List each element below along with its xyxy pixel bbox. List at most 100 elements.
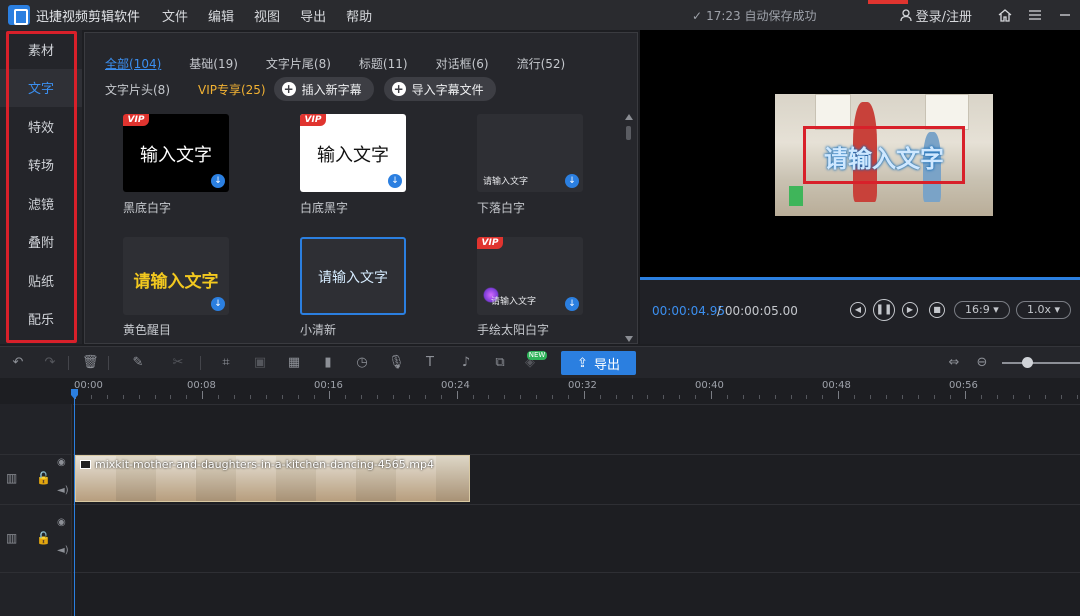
menu-edit[interactable]: 编辑 <box>208 6 234 25</box>
speed-select[interactable]: 1.0x ▾ <box>1016 301 1072 319</box>
next-frame-icon[interactable]: ▶ <box>902 302 918 318</box>
tab-popular[interactable]: 流行(52) <box>517 55 566 72</box>
kitchen-cabinet <box>925 94 969 130</box>
menu-export[interactable]: 导出 <box>300 6 326 25</box>
tab-vip[interactable]: VIP专享(25) <box>198 81 266 98</box>
fit-width-icon[interactable]: ⇔ <box>946 355 962 371</box>
track-video-2[interactable] <box>73 504 1080 572</box>
ruler-tick <box>695 395 697 399</box>
menu-help[interactable]: 帮助 <box>346 6 372 25</box>
track-empty-bottom[interactable] <box>73 572 1080 616</box>
duration-clock-icon[interactable]: ◷ <box>354 355 370 371</box>
scroll-up-arrow-icon[interactable] <box>625 114 633 120</box>
sidebar-item-overlay[interactable]: 叠附 <box>0 223 82 262</box>
download-icon[interactable]: ↓ <box>211 297 225 311</box>
timeline-ruler[interactable]: 00:00 00:08 00:16 00:24 00:32 00:40 00:4… <box>0 378 1080 404</box>
menu-file[interactable]: 文件 <box>162 6 188 25</box>
sidebar-item-text[interactable]: 文字 <box>0 68 82 107</box>
aspect-ratio-select[interactable]: 16:9 ▾ <box>954 301 1010 319</box>
insert-subtitle-button[interactable]: + 插入新字幕 <box>273 77 374 101</box>
mosaic-icon[interactable]: ▦ <box>286 355 302 371</box>
home-icon[interactable] <box>990 0 1020 30</box>
redo-icon[interactable]: ↷ <box>42 355 58 371</box>
template-card-hand-drawn-sun[interactable]: VIP 请输入文字 ↓ <box>477 237 583 315</box>
zoom-slider-knob[interactable] <box>1022 357 1034 368</box>
delete-icon[interactable]: 🗑 <box>82 355 99 371</box>
ruler-tick <box>615 395 617 399</box>
template-card-yellow[interactable]: 请输入文字 ↓ <box>123 237 229 315</box>
track-empty[interactable] <box>73 404 1080 454</box>
ruler-label: 00:24 <box>441 380 470 391</box>
speaker-icon[interactable]: ◄) <box>57 485 69 496</box>
checkmark-icon: ✓ <box>692 8 703 23</box>
voice-change-icon[interactable]: ♪ <box>458 355 474 371</box>
split-icon[interactable]: ▣ <box>252 355 268 371</box>
hamburger-menu-icon[interactable] <box>1020 0 1050 30</box>
scroll-thumb[interactable] <box>626 126 631 140</box>
template-card-black-white[interactable]: VIP 输入文字 ↓ <box>123 114 229 192</box>
template-card-white-black[interactable]: VIP 输入文字 ↓ <box>300 114 406 192</box>
scroll-down-arrow-icon[interactable] <box>625 336 633 342</box>
lock-icon[interactable]: 🔓 <box>36 471 51 485</box>
pause-icon[interactable]: ❚❚ <box>873 299 895 321</box>
download-icon[interactable]: ↓ <box>565 297 579 311</box>
picture-in-picture-icon[interactable]: ⧉ <box>492 355 508 371</box>
tab-dialog[interactable]: 对话框(6) <box>436 55 489 72</box>
text-to-speech-icon[interactable]: T <box>422 355 438 371</box>
template-card-fresh[interactable]: 请输入文字 <box>300 237 406 315</box>
ruler-tick <box>106 395 108 399</box>
ruler-tick <box>567 395 569 399</box>
app-name: 迅捷视频剪辑软件 <box>36 9 141 25</box>
cut-icon[interactable]: ✂ <box>170 355 186 371</box>
sidebar-item-stickers[interactable]: 贴纸 <box>0 261 82 300</box>
edit-icon[interactable]: ✎ <box>130 355 146 371</box>
crop-icon[interactable]: ⌗ <box>218 355 234 371</box>
video-clip[interactable]: mixkit-mother-and-daughters-in-a-kitchen… <box>75 455 470 502</box>
title-right: 登录/注册 <box>899 0 1080 30</box>
import-subtitle-button[interactable]: + 导入字幕文件 <box>383 77 496 101</box>
lock-icon[interactable]: 🔓 <box>36 531 51 545</box>
template-card-falling-white[interactable]: 请输入文字 ↓ <box>477 114 583 192</box>
menu-view[interactable]: 视图 <box>254 6 280 25</box>
ruler-tick <box>949 395 951 399</box>
record-mic-icon[interactable]: 🎙 <box>388 355 405 371</box>
aspect-ratio-value: 16:9 <box>965 303 990 316</box>
download-icon[interactable]: ↓ <box>565 174 579 188</box>
download-icon[interactable]: ↓ <box>388 174 402 188</box>
tab-title[interactable]: 标题(11) <box>359 55 408 72</box>
undo-icon[interactable]: ↶ <box>10 355 26 371</box>
autosave-text: 17:23 自动保存成功 <box>706 9 817 23</box>
sidebar-item-music[interactable]: 配乐 <box>0 300 82 339</box>
tab-ending[interactable]: 文字片尾(8) <box>266 55 331 72</box>
sidebar-item-media[interactable]: 素材 <box>0 30 82 69</box>
vip-badge: VIP <box>300 114 326 126</box>
track-header-empty <box>0 404 72 454</box>
prev-frame-icon[interactable]: ◀ <box>850 302 866 318</box>
tab-basic[interactable]: 基础(19) <box>189 55 238 72</box>
speaker-icon[interactable]: ◄) <box>57 545 69 556</box>
zoom-out-icon[interactable]: ⊖ <box>974 355 990 371</box>
tab-all[interactable]: 全部(104) <box>105 55 161 72</box>
export-button[interactable]: ⇪ 导出 <box>561 351 636 375</box>
download-icon[interactable]: ↓ <box>211 174 225 188</box>
stop-icon[interactable]: ■ <box>929 302 945 318</box>
sidebar-item-effects[interactable]: 特效 <box>0 107 82 146</box>
audio-level-icon[interactable]: ▮ <box>320 355 336 371</box>
playhead-line[interactable] <box>74 390 75 616</box>
clip-thumbnail <box>436 456 469 501</box>
vip-badge: VIP <box>123 114 149 126</box>
zoom-slider-track[interactable] <box>1002 362 1080 364</box>
panel-scrollbar[interactable] <box>624 114 634 342</box>
sidebar-item-filters[interactable]: 滤镜 <box>0 184 82 223</box>
minimize-icon[interactable] <box>1050 0 1080 30</box>
sidebar-item-transitions[interactable]: 转场 <box>0 146 82 185</box>
eye-icon[interactable]: ◉ <box>57 517 66 528</box>
stool <box>789 186 803 206</box>
ruler-tick <box>218 395 220 399</box>
login-button[interactable]: 登录/注册 <box>899 6 972 25</box>
track-header-empty-bottom <box>0 572 72 616</box>
eye-icon[interactable]: ◉ <box>57 457 66 468</box>
plus-icon: + <box>391 82 406 96</box>
tab-opening[interactable]: 文字片头(8) <box>105 81 170 98</box>
text-overlay-box[interactable]: 请输入文字 <box>803 126 965 184</box>
